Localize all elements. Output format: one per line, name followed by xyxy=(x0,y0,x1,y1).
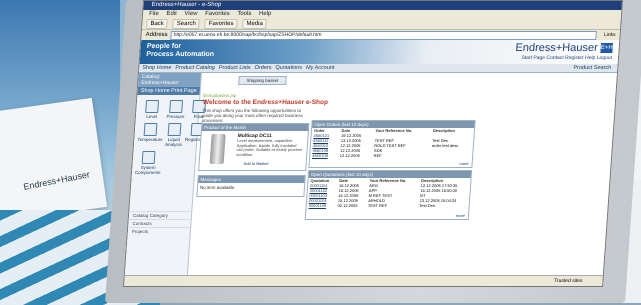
sidebar-link-contracts[interactable]: Contracts xyxy=(128,219,191,227)
status-bar: Trusted sites xyxy=(124,275,603,286)
brochure-logo: Endress+Hauser xyxy=(22,169,91,192)
nav-product-lists[interactable]: Product Lists xyxy=(219,64,251,72)
panel-header: Product of the Month xyxy=(201,124,309,131)
sensor-image xyxy=(209,134,226,164)
product-level[interactable]: Level xyxy=(139,100,166,119)
favorites-button[interactable]: Favorites xyxy=(204,18,238,29)
panel-header: Open Orders (last 10 days) xyxy=(312,121,475,128)
nav-orders[interactable]: Orders xyxy=(254,64,271,72)
temperature-icon xyxy=(143,123,158,136)
panel-header: Messages xyxy=(198,176,305,183)
status-zone: Trusted sites xyxy=(553,278,583,284)
menu-bar: File Edit View Favorites Tools Help xyxy=(142,10,622,18)
browser-window: Endress+Hauser - e-Shop File Edit View F… xyxy=(123,0,624,287)
quotation-number-link[interactable]: 00001105 xyxy=(307,203,336,208)
logo-text: Endress+Hauser xyxy=(515,42,599,54)
product-label: System Components xyxy=(134,165,161,175)
order-number-link[interactable]: 4560108 xyxy=(310,153,338,158)
window-title: Endress+Hauser - e-Shop xyxy=(143,1,622,10)
system-components-icon xyxy=(141,151,156,164)
product-system-components[interactable]: System Components xyxy=(135,151,162,175)
toolbar: Back Search Favorites Media xyxy=(141,18,621,30)
orders-more-link[interactable]: more xyxy=(459,161,468,166)
top-links[interactable]: Start Page Contact Register Help Logout xyxy=(521,55,612,61)
address-input[interactable]: http://e057.et.ueno.eh.be:8000/sap/bc/bs… xyxy=(170,30,598,40)
links-label[interactable]: Links xyxy=(600,32,620,38)
product-label: Temperature xyxy=(137,137,163,142)
nav-product-catalog[interactable]: Product Catalog xyxy=(175,64,215,72)
table-row: 4560108 12.12.2005 REF xyxy=(310,153,472,158)
menu-favorites[interactable]: Favorites xyxy=(205,11,230,17)
open-orders-panel: Open Orders (last 10 days) Order Date Yo… xyxy=(308,120,476,168)
product-label: Pressure xyxy=(166,114,185,119)
level-icon xyxy=(145,100,160,113)
cell: REF xyxy=(373,153,382,158)
sidebar-link-catalog-category[interactable]: Catalog Category xyxy=(128,211,192,219)
web-page: People for Process Automation Endress+Ha… xyxy=(124,40,620,276)
page-title: Welcome to the Endress+Hauser e-Shop xyxy=(202,99,329,106)
main-nav: Shop Home Product Catalog Product Lists … xyxy=(138,64,618,73)
cell: 02.12.2005 xyxy=(337,203,358,208)
product-grid: Level Pressure Flow Temperature Liquid A… xyxy=(131,95,209,180)
cell: 12.12.2005 xyxy=(339,153,360,158)
logo-mark: E+H xyxy=(600,43,614,53)
product-temperature[interactable]: Temperature xyxy=(137,123,164,147)
breadcrumb: Eshopbasket.jsp xyxy=(203,93,237,98)
cell xyxy=(429,153,472,158)
sidebar-link-projects[interactable]: Projects xyxy=(127,227,191,235)
nav-shop-home[interactable]: Shop Home xyxy=(142,64,172,72)
brochure: Endress+Hauser xyxy=(0,97,108,223)
nav-my-account[interactable]: My Account xyxy=(306,64,335,72)
menu-help[interactable]: Help xyxy=(259,11,272,17)
quotations-more-link[interactable]: more xyxy=(456,213,465,218)
messages-panel: Messages No item available xyxy=(196,175,306,197)
sidebar-title: Shop Home Print Page xyxy=(137,87,200,95)
menu-edit[interactable]: Edit xyxy=(166,11,177,17)
menu-file[interactable]: File xyxy=(149,11,159,17)
liquid-analysis-icon xyxy=(167,123,182,136)
search-button[interactable]: Search xyxy=(172,18,201,29)
quotations-table: Quotation Date Your Reference No. Descri… xyxy=(307,178,471,208)
open-quotations-panel: Open Quotations (last 10 days) Quotation… xyxy=(304,170,473,220)
menu-view[interactable]: View xyxy=(184,11,197,17)
product-label: Level xyxy=(146,114,158,119)
table-row: 00001105 02.12.2005 TEST REF Test Des. xyxy=(307,203,469,208)
product-liquid-analysis[interactable]: Liquid Analysis xyxy=(164,123,184,147)
back-button[interactable]: Back xyxy=(146,18,169,29)
main-content: Shipping basket Eshopbasket.jsp Welcome … xyxy=(191,73,613,276)
pressure-icon xyxy=(169,100,184,113)
tagline-line-2: Process Automation xyxy=(146,51,215,58)
menu-tools[interactable]: Tools xyxy=(237,11,251,17)
sidebar-links: Catalog Category Contracts Projects xyxy=(127,211,192,235)
sidebar: Catalog: Endress+Hauser Shop Home Print … xyxy=(124,73,209,276)
nav-quotations[interactable]: Quotations xyxy=(275,64,302,72)
sidebar-catalog-head: Catalog: Endress+Hauser xyxy=(137,73,201,87)
tagline-line-1: People for xyxy=(146,43,182,50)
product-description: Level measurement, capacitive. Applicati… xyxy=(236,138,303,157)
cell: Test Des. xyxy=(419,203,437,208)
add-to-basket-link[interactable]: Add to Basket xyxy=(243,161,268,166)
orders-table: Order Date Your Reference No. Descriptio… xyxy=(310,128,474,158)
media-button[interactable]: Media xyxy=(242,18,268,29)
site-tagline: People for Process Automation xyxy=(146,43,215,59)
eh-logo[interactable]: Endress+Hauser E+H xyxy=(515,42,614,54)
site-header: People for Process Automation Endress+Ha… xyxy=(139,40,620,64)
print-page-link[interactable]: Print Page xyxy=(171,88,197,94)
product-label: Liquid Analysis xyxy=(164,137,183,147)
messages-text: No item available xyxy=(199,185,235,190)
intro-text: This shop offers you the following oppor… xyxy=(201,108,303,123)
address-label: Address xyxy=(145,32,168,38)
sidebar-title-text: Shop Home xyxy=(140,88,170,94)
shipping-basket-button[interactable]: Shipping basket xyxy=(238,76,287,85)
product-of-month-panel: Product of the Month Multicap DC11 Level… xyxy=(198,123,310,171)
cell: TEST REF xyxy=(367,203,388,208)
product-pressure[interactable]: Pressure xyxy=(166,100,185,119)
product-search-link[interactable]: Product Search xyxy=(573,64,617,72)
panel-header: Open Quotations (last 10 days) xyxy=(308,171,472,178)
